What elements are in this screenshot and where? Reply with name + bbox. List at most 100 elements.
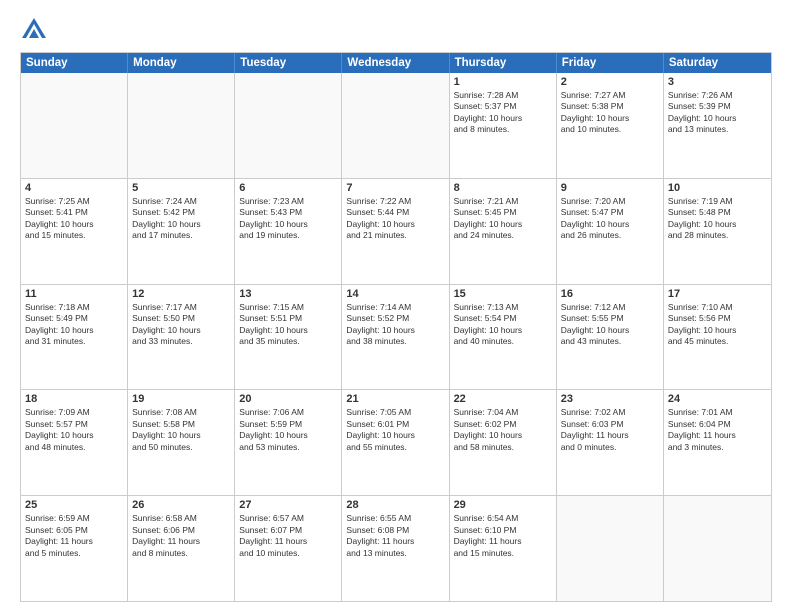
calendar-cell: 5 Sunrise: 7:24 AM Sunset: 5:42 PM Daylig… bbox=[128, 179, 235, 284]
day-number: 9 bbox=[561, 182, 659, 194]
cell-info: Sunrise: 7:25 AM Sunset: 5:41 PM Dayligh… bbox=[25, 196, 123, 242]
calendar-cell: 28 Sunrise: 6:55 AM Sunset: 6:08 PM Dayli… bbox=[342, 496, 449, 601]
day-number: 10 bbox=[668, 182, 767, 194]
cell-info: Sunrise: 7:18 AM Sunset: 5:49 PM Dayligh… bbox=[25, 302, 123, 348]
cell-info: Sunrise: 7:17 AM Sunset: 5:50 PM Dayligh… bbox=[132, 302, 230, 348]
day-number: 14 bbox=[346, 288, 444, 300]
calendar-cell: 21 Sunrise: 7:05 AM Sunset: 6:01 PM Dayli… bbox=[342, 390, 449, 495]
header-day-friday: Friday bbox=[557, 53, 664, 73]
cell-info: Sunrise: 7:23 AM Sunset: 5:43 PM Dayligh… bbox=[239, 196, 337, 242]
day-number: 6 bbox=[239, 182, 337, 194]
cell-info: Sunrise: 7:22 AM Sunset: 5:44 PM Dayligh… bbox=[346, 196, 444, 242]
day-number: 29 bbox=[454, 499, 552, 511]
day-number: 17 bbox=[668, 288, 767, 300]
day-number: 3 bbox=[668, 76, 767, 88]
cell-info: Sunrise: 7:05 AM Sunset: 6:01 PM Dayligh… bbox=[346, 407, 444, 453]
cell-info: Sunrise: 7:10 AM Sunset: 5:56 PM Dayligh… bbox=[668, 302, 767, 348]
calendar-cell bbox=[128, 73, 235, 178]
calendar-cell: 14 Sunrise: 7:14 AM Sunset: 5:52 PM Dayli… bbox=[342, 285, 449, 390]
calendar-cell: 24 Sunrise: 7:01 AM Sunset: 6:04 PM Dayli… bbox=[664, 390, 771, 495]
page: SundayMondayTuesdayWednesdayThursdayFrid… bbox=[0, 0, 792, 612]
calendar-cell: 6 Sunrise: 7:23 AM Sunset: 5:43 PM Daylig… bbox=[235, 179, 342, 284]
cell-info: Sunrise: 6:59 AM Sunset: 6:05 PM Dayligh… bbox=[25, 513, 123, 559]
day-number: 13 bbox=[239, 288, 337, 300]
calendar-cell: 22 Sunrise: 7:04 AM Sunset: 6:02 PM Dayli… bbox=[450, 390, 557, 495]
cell-info: Sunrise: 7:13 AM Sunset: 5:54 PM Dayligh… bbox=[454, 302, 552, 348]
day-number: 28 bbox=[346, 499, 444, 511]
day-number: 11 bbox=[25, 288, 123, 300]
day-number: 25 bbox=[25, 499, 123, 511]
cell-info: Sunrise: 6:54 AM Sunset: 6:10 PM Dayligh… bbox=[454, 513, 552, 559]
calendar-cell bbox=[235, 73, 342, 178]
calendar-cell bbox=[557, 496, 664, 601]
cell-info: Sunrise: 7:12 AM Sunset: 5:55 PM Dayligh… bbox=[561, 302, 659, 348]
day-number: 1 bbox=[454, 76, 552, 88]
cell-info: Sunrise: 7:21 AM Sunset: 5:45 PM Dayligh… bbox=[454, 196, 552, 242]
header-day-thursday: Thursday bbox=[450, 53, 557, 73]
calendar-cell: 29 Sunrise: 6:54 AM Sunset: 6:10 PM Dayli… bbox=[450, 496, 557, 601]
calendar-cell bbox=[664, 496, 771, 601]
calendar-cell: 20 Sunrise: 7:06 AM Sunset: 5:59 PM Dayli… bbox=[235, 390, 342, 495]
day-number: 12 bbox=[132, 288, 230, 300]
calendar-row-3: 18 Sunrise: 7:09 AM Sunset: 5:57 PM Dayli… bbox=[21, 390, 771, 496]
day-number: 2 bbox=[561, 76, 659, 88]
calendar-cell: 16 Sunrise: 7:12 AM Sunset: 5:55 PM Dayli… bbox=[557, 285, 664, 390]
calendar-cell bbox=[21, 73, 128, 178]
cell-info: Sunrise: 7:15 AM Sunset: 5:51 PM Dayligh… bbox=[239, 302, 337, 348]
calendar-cell: 25 Sunrise: 6:59 AM Sunset: 6:05 PM Dayli… bbox=[21, 496, 128, 601]
cell-info: Sunrise: 7:19 AM Sunset: 5:48 PM Dayligh… bbox=[668, 196, 767, 242]
calendar-cell: 10 Sunrise: 7:19 AM Sunset: 5:48 PM Dayli… bbox=[664, 179, 771, 284]
calendar-cell: 17 Sunrise: 7:10 AM Sunset: 5:56 PM Dayli… bbox=[664, 285, 771, 390]
calendar-cell: 2Sunrise: 7:27 AM Sunset: 5:38 PM Daylig… bbox=[557, 73, 664, 178]
day-number: 5 bbox=[132, 182, 230, 194]
calendar-cell: 26 Sunrise: 6:58 AM Sunset: 6:06 PM Dayli… bbox=[128, 496, 235, 601]
cell-info: Sunrise: 6:55 AM Sunset: 6:08 PM Dayligh… bbox=[346, 513, 444, 559]
calendar-cell: 18 Sunrise: 7:09 AM Sunset: 5:57 PM Dayli… bbox=[21, 390, 128, 495]
cell-info: Sunrise: 7:20 AM Sunset: 5:47 PM Dayligh… bbox=[561, 196, 659, 242]
header bbox=[20, 16, 772, 44]
calendar-cell: 4Sunrise: 7:25 AM Sunset: 5:41 PM Daylig… bbox=[21, 179, 128, 284]
day-number: 20 bbox=[239, 393, 337, 405]
cell-info: Sunrise: 7:06 AM Sunset: 5:59 PM Dayligh… bbox=[239, 407, 337, 453]
calendar-cell: 19 Sunrise: 7:08 AM Sunset: 5:58 PM Dayli… bbox=[128, 390, 235, 495]
cell-info: Sunrise: 7:14 AM Sunset: 5:52 PM Dayligh… bbox=[346, 302, 444, 348]
day-number: 23 bbox=[561, 393, 659, 405]
day-number: 26 bbox=[132, 499, 230, 511]
cell-info: Sunrise: 7:28 AM Sunset: 5:37 PM Dayligh… bbox=[454, 90, 552, 136]
calendar: SundayMondayTuesdayWednesdayThursdayFrid… bbox=[20, 52, 772, 602]
cell-info: Sunrise: 7:09 AM Sunset: 5:57 PM Dayligh… bbox=[25, 407, 123, 453]
calendar-cell: 8 Sunrise: 7:21 AM Sunset: 5:45 PM Daylig… bbox=[450, 179, 557, 284]
day-number: 7 bbox=[346, 182, 444, 194]
calendar-row-1: 4Sunrise: 7:25 AM Sunset: 5:41 PM Daylig… bbox=[21, 179, 771, 285]
calendar-cell: 7 Sunrise: 7:22 AM Sunset: 5:44 PM Daylig… bbox=[342, 179, 449, 284]
cell-info: Sunrise: 6:57 AM Sunset: 6:07 PM Dayligh… bbox=[239, 513, 337, 559]
header-day-sunday: Sunday bbox=[21, 53, 128, 73]
day-number: 18 bbox=[25, 393, 123, 405]
header-day-monday: Monday bbox=[128, 53, 235, 73]
day-number: 8 bbox=[454, 182, 552, 194]
calendar-cell: 15Sunrise: 7:13 AM Sunset: 5:54 PM Dayli… bbox=[450, 285, 557, 390]
header-day-wednesday: Wednesday bbox=[342, 53, 449, 73]
day-number: 24 bbox=[668, 393, 767, 405]
calendar-cell: 1 Sunrise: 7:28 AM Sunset: 5:37 PM Daylig… bbox=[450, 73, 557, 178]
cell-info: Sunrise: 7:04 AM Sunset: 6:02 PM Dayligh… bbox=[454, 407, 552, 453]
calendar-cell: 23Sunrise: 7:02 AM Sunset: 6:03 PM Dayli… bbox=[557, 390, 664, 495]
cell-info: Sunrise: 7:24 AM Sunset: 5:42 PM Dayligh… bbox=[132, 196, 230, 242]
calendar-row-0: 1 Sunrise: 7:28 AM Sunset: 5:37 PM Daylig… bbox=[21, 73, 771, 179]
cell-info: Sunrise: 6:58 AM Sunset: 6:06 PM Dayligh… bbox=[132, 513, 230, 559]
calendar-cell: 11 Sunrise: 7:18 AM Sunset: 5:49 PM Dayli… bbox=[21, 285, 128, 390]
cell-info: Sunrise: 7:01 AM Sunset: 6:04 PM Dayligh… bbox=[668, 407, 767, 453]
header-day-tuesday: Tuesday bbox=[235, 53, 342, 73]
calendar-header: SundayMondayTuesdayWednesdayThursdayFrid… bbox=[21, 53, 771, 73]
cell-info: Sunrise: 7:08 AM Sunset: 5:58 PM Dayligh… bbox=[132, 407, 230, 453]
calendar-cell: 3Sunrise: 7:26 AM Sunset: 5:39 PM Daylig… bbox=[664, 73, 771, 178]
day-number: 21 bbox=[346, 393, 444, 405]
logo-icon bbox=[20, 16, 48, 44]
calendar-row-4: 25 Sunrise: 6:59 AM Sunset: 6:05 PM Dayli… bbox=[21, 496, 771, 601]
logo bbox=[20, 16, 52, 44]
day-number: 22 bbox=[454, 393, 552, 405]
calendar-cell: 13 Sunrise: 7:15 AM Sunset: 5:51 PM Dayli… bbox=[235, 285, 342, 390]
calendar-body: 1 Sunrise: 7:28 AM Sunset: 5:37 PM Daylig… bbox=[21, 73, 771, 601]
day-number: 19 bbox=[132, 393, 230, 405]
day-number: 16 bbox=[561, 288, 659, 300]
